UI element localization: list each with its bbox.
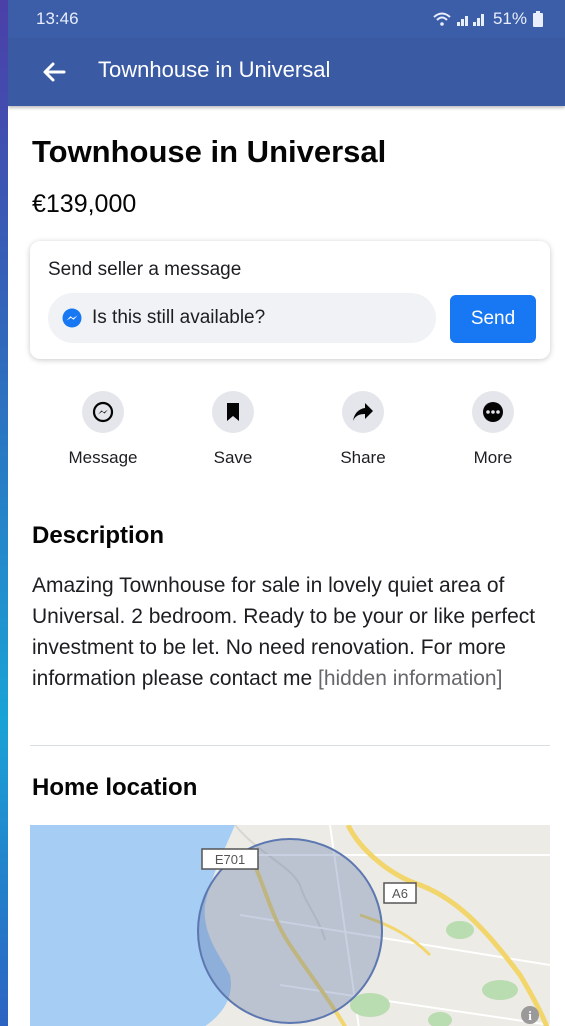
description-heading: Description — [32, 522, 165, 549]
more-dots-icon — [483, 402, 503, 422]
message-action-circle — [82, 391, 124, 433]
message-action-label: Message — [68, 448, 138, 467]
description-text: Amazing Townhouse for sale in lovely qui… — [32, 570, 552, 694]
share-action[interactable]: Share — [308, 391, 418, 468]
save-action[interactable]: Save — [178, 391, 288, 468]
road-label-e701: E701 — [215, 852, 245, 867]
action-bar: Message Save Share More — [8, 391, 565, 481]
section-divider — [30, 745, 550, 746]
location-heading: Home location — [32, 774, 198, 801]
app-bar: Townhouse in Universal — [8, 38, 565, 106]
messenger-icon — [92, 401, 114, 423]
save-action-circle — [212, 391, 254, 433]
more-action[interactable]: More — [438, 391, 548, 468]
messenger-icon — [62, 308, 82, 328]
road-label-a6: A6 — [392, 886, 408, 901]
message-action[interactable]: Message — [48, 391, 158, 468]
location-map[interactable]: E701 A6 i — [30, 825, 550, 1026]
more-action-label: More — [473, 448, 513, 467]
phone-screen: 13:46 51% Townhouse in Universal Townhou… — [8, 0, 565, 1026]
save-action-label: Save — [213, 448, 253, 467]
listing-price: €139,000 — [32, 190, 137, 218]
message-card-label: Send seller a message — [48, 259, 242, 280]
app-bar-title: Townhouse in Universal — [98, 57, 331, 82]
map-graphic: E701 A6 i — [30, 825, 550, 1026]
signal-icon — [456, 14, 484, 26]
map-info-glyph: i — [528, 1008, 532, 1023]
wifi-icon — [433, 12, 451, 26]
share-action-label: Share — [340, 448, 386, 467]
status-time: 13:46 — [36, 9, 79, 28]
bookmark-icon — [227, 403, 239, 421]
share-arrow-icon — [353, 403, 373, 421]
status-bar: 13:46 51% — [8, 0, 565, 38]
battery-icon — [533, 11, 543, 27]
more-action-circle — [472, 391, 514, 433]
listing-title: Townhouse in Universal — [32, 134, 387, 169]
message-seller-card: Send seller a message Send — [30, 241, 550, 359]
hidden-information: [hidden information] — [318, 667, 503, 690]
battery-percent: 51% — [492, 9, 527, 28]
share-action-circle — [342, 391, 384, 433]
message-input[interactable] — [48, 293, 436, 343]
back-arrow-icon[interactable] — [38, 56, 70, 88]
send-button[interactable]: Send — [450, 295, 536, 343]
status-icons: 51% — [433, 9, 543, 29]
